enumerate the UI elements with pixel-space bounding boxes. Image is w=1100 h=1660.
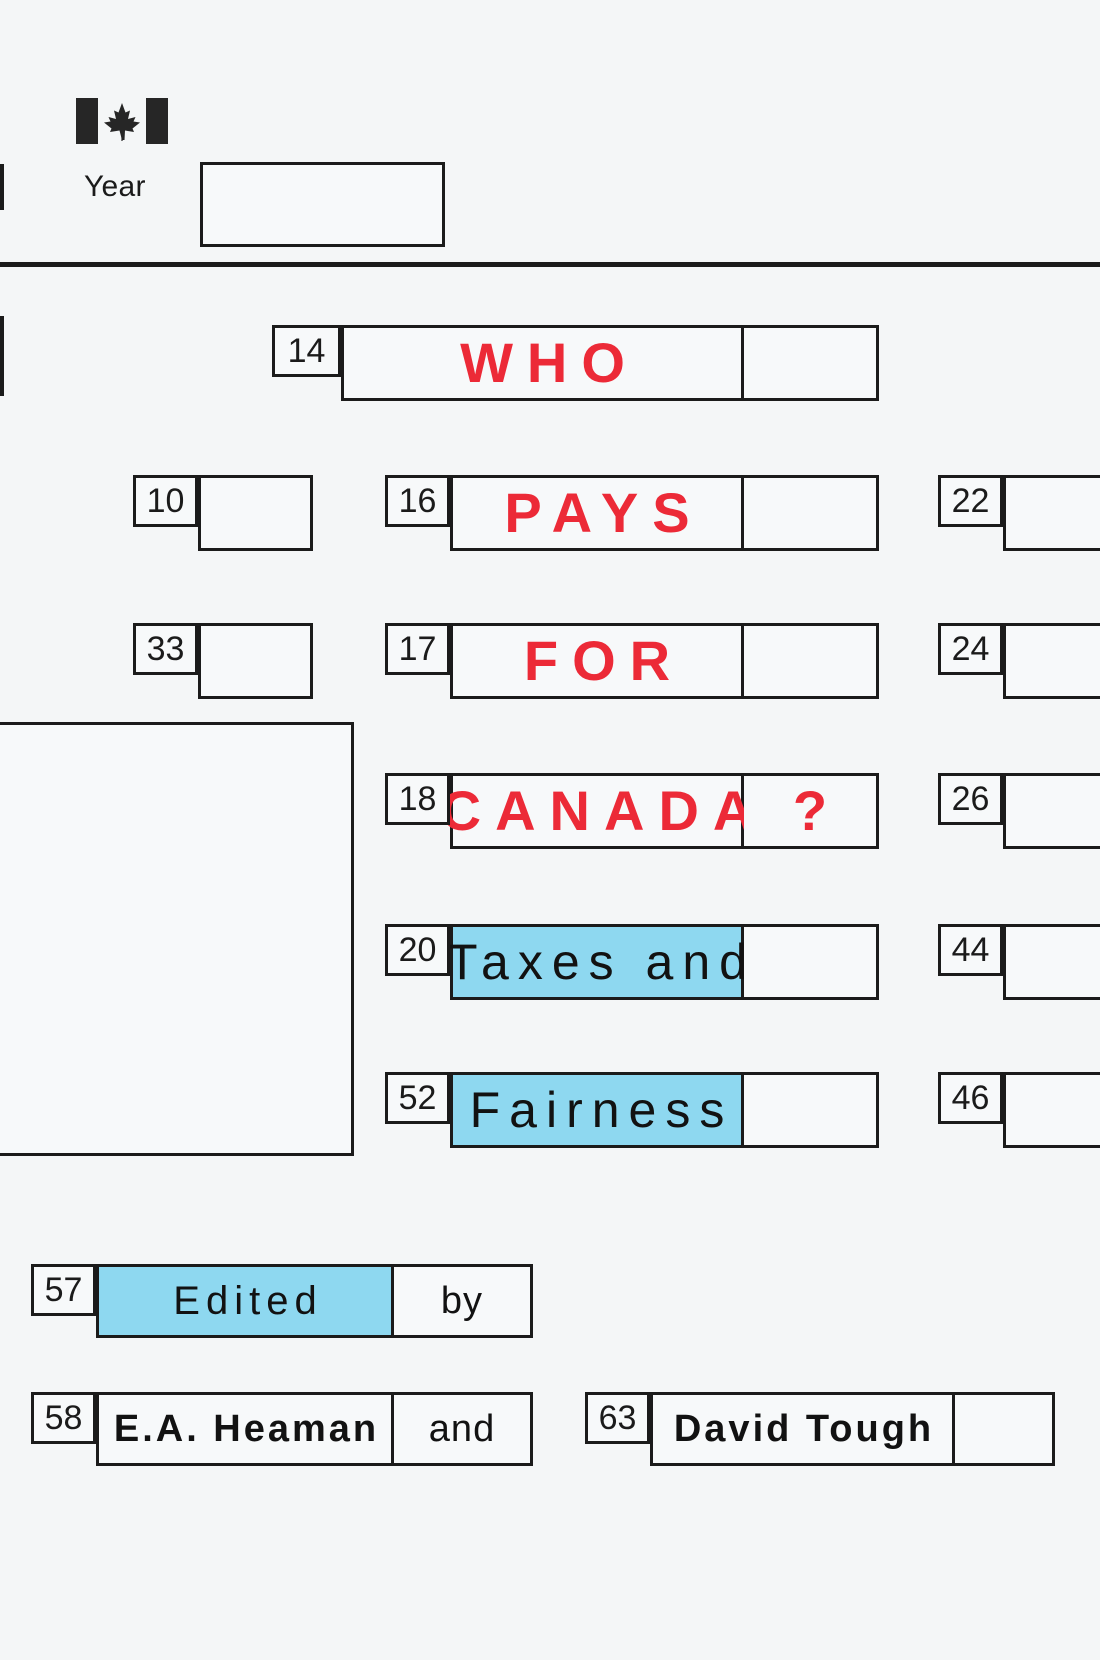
byline-row-edited-by: Edited by xyxy=(96,1264,533,1338)
title-question-mark: ? xyxy=(792,779,828,842)
byline-word-and: and xyxy=(428,1408,496,1450)
field-number-58: 58 xyxy=(31,1392,96,1444)
subtitle-cell-text: Fairness xyxy=(450,1072,744,1148)
edge-tick xyxy=(0,316,4,396)
header-divider xyxy=(0,262,1100,267)
title-word-canada: CANADA xyxy=(440,779,768,842)
subtitle-word-taxes-and: Taxes and xyxy=(447,934,756,990)
field-number-26: 26 xyxy=(938,773,1003,825)
field-number-16: 16 xyxy=(385,475,450,527)
right-input-46[interactable] xyxy=(1003,1072,1100,1148)
byline-cell-blank[interactable] xyxy=(955,1392,1055,1466)
field-number-14: 14 xyxy=(272,325,341,377)
title-word-for: FOR xyxy=(523,629,685,692)
field-number-44: 44 xyxy=(938,924,1003,976)
title-cell-blank[interactable] xyxy=(744,475,879,551)
byline-cell-author-one: E.A. Heaman xyxy=(96,1392,394,1466)
byline-cell-by: by xyxy=(394,1264,533,1338)
byline-row-author-two: David Tough xyxy=(650,1392,1055,1466)
title-cell-text: FOR xyxy=(450,623,744,699)
subtitle-row-taxes-and: Taxes and xyxy=(447,924,879,1000)
book-cover: Year 14 WHO 10 16 PAYS 22 33 17 FOR 24 1… xyxy=(0,0,1100,1660)
large-blank-field[interactable] xyxy=(0,722,354,1156)
title-word-pays: PAYS xyxy=(504,481,704,544)
subtitle-cell-blank[interactable] xyxy=(744,1072,879,1148)
year-label: Year xyxy=(84,170,146,203)
title-cell-text: WHO xyxy=(341,325,744,401)
field-number-33: 33 xyxy=(133,623,198,675)
field-number-20: 20 xyxy=(385,924,450,976)
title-cell-text: CANADA xyxy=(441,773,753,849)
right-input-22[interactable] xyxy=(1003,475,1100,551)
year-input[interactable] xyxy=(200,162,445,247)
canada-flag-icon xyxy=(76,98,168,144)
field-number-10: 10 xyxy=(133,475,198,527)
title-cell-question: ? xyxy=(744,773,879,849)
field-number-52: 52 xyxy=(385,1072,450,1124)
subtitle-cell-text: Taxes and xyxy=(447,924,747,1000)
title-word-who: WHO xyxy=(460,331,639,394)
field-number-24: 24 xyxy=(938,623,1003,675)
byline-row-author-one: E.A. Heaman and xyxy=(96,1392,533,1466)
title-row-for: FOR xyxy=(450,623,879,699)
author-name-two: David Tough xyxy=(673,1408,935,1450)
title-cell-blank[interactable] xyxy=(744,325,879,401)
left-input-10[interactable] xyxy=(198,475,313,551)
byline-cell-edited: Edited xyxy=(96,1264,394,1338)
byline-word-by: by xyxy=(440,1280,484,1322)
left-input-33[interactable] xyxy=(198,623,313,699)
field-number-63: 63 xyxy=(585,1392,650,1444)
right-input-24[interactable] xyxy=(1003,623,1100,699)
field-number-46: 46 xyxy=(938,1072,1003,1124)
field-number-17: 17 xyxy=(385,623,450,675)
byline-word-edited: Edited xyxy=(173,1279,323,1323)
field-number-57: 57 xyxy=(31,1264,96,1316)
right-input-44[interactable] xyxy=(1003,924,1100,1000)
title-cell-blank[interactable] xyxy=(744,623,879,699)
title-cell-text: PAYS xyxy=(450,475,744,551)
subtitle-cell-blank[interactable] xyxy=(744,924,879,1000)
right-input-26[interactable] xyxy=(1003,773,1100,849)
subtitle-word-fairness: Fairness xyxy=(469,1082,734,1138)
byline-cell-and: and xyxy=(394,1392,533,1466)
edge-tick xyxy=(0,164,4,210)
author-name-one: E.A. Heaman xyxy=(113,1408,380,1450)
subtitle-row-fairness: Fairness xyxy=(450,1072,879,1148)
title-row-who: WHO xyxy=(341,325,879,401)
byline-cell-author-two: David Tough xyxy=(650,1392,955,1466)
field-number-22: 22 xyxy=(938,475,1003,527)
field-number-18: 18 xyxy=(385,773,450,825)
title-row-pays: PAYS xyxy=(450,475,879,551)
title-row-canada: CANADA ? xyxy=(441,773,879,849)
